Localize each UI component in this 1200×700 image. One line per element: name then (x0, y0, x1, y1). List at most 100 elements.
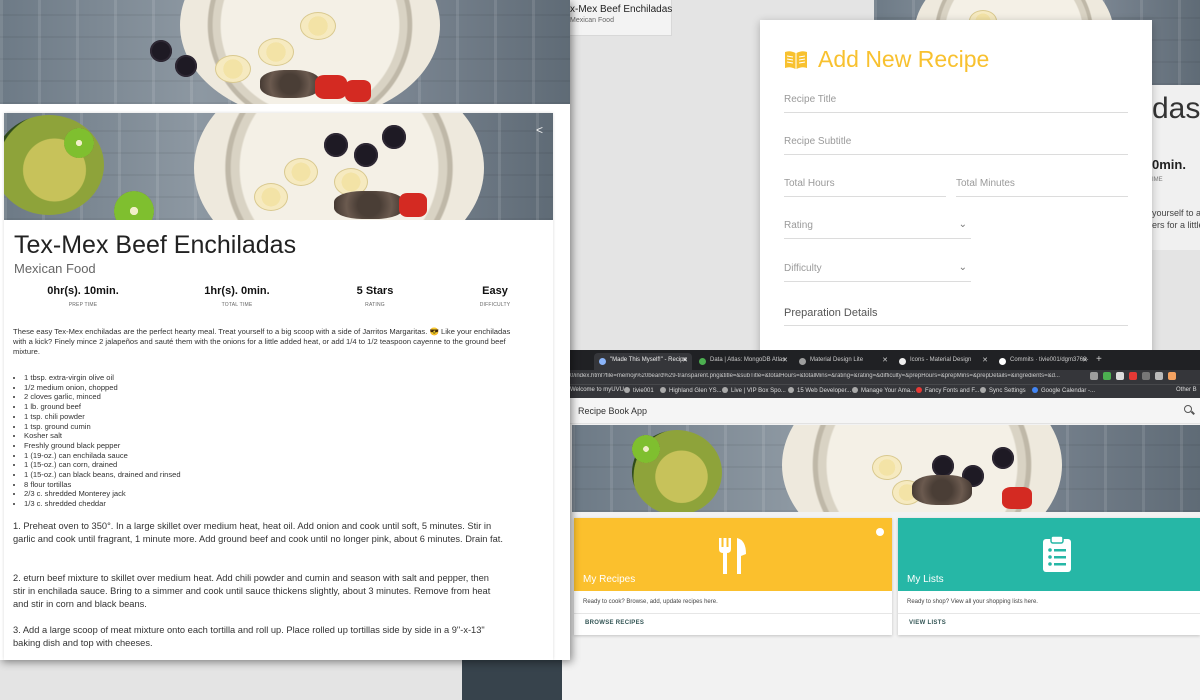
list-item: 1 (15-oz.) can corn, drained (24, 460, 181, 470)
ingredient-list: 1 tbsp. extra-virgin olive oil 1/2 mediu… (24, 373, 181, 509)
browser-tab[interactable]: Material Design Lite ✕ (794, 353, 892, 370)
recipe-subtitle: Mexican Food (14, 261, 96, 276)
bookmark[interactable]: Sync Settings (980, 387, 1026, 394)
title-fragment: das (1152, 92, 1200, 125)
view-lists-button[interactable]: VIEW LISTS (909, 620, 946, 626)
list-item: 1/2 medium onion, chopped (24, 383, 181, 393)
recipe-intro: These easy Tex-Mex enchiladas are the pe… (13, 327, 511, 356)
list-item: 2 cloves garlic, minced (24, 392, 181, 402)
stat-difficulty: Easy DIFFICULTY (479, 285, 511, 308)
card-color-header: My Lists (898, 518, 1200, 591)
total-hours-input[interactable]: Total Hours (784, 175, 946, 197)
stat-total-time: 1hr(s). 0min. TOTAL TIME (204, 285, 270, 308)
extension-icon[interactable] (1129, 372, 1137, 380)
form-header: Add New Recipe (784, 46, 989, 73)
bookmark[interactable]: 15 Web Developer... (788, 387, 851, 394)
tab-favicon-icon (799, 358, 806, 365)
extension-icons (1090, 372, 1176, 380)
card-title: My Recipes (583, 574, 636, 585)
browser-window: "Made This Myself!" - Recipe ✕ Data | At… (562, 350, 1200, 700)
divider (898, 613, 1200, 614)
list-item: 1 tsp. chili powder (24, 412, 181, 422)
tab-label: Material Design Lite (810, 357, 864, 363)
tab-favicon-icon (999, 358, 1006, 365)
recipe-subtitle-input[interactable]: Recipe Subtitle (784, 133, 1128, 155)
bookmark[interactable]: Highland Glen YS... (660, 387, 722, 394)
extension-icon[interactable] (1155, 372, 1163, 380)
address-bar[interactable]: 0/index.html?file=memoji%20beard%29-tran… (562, 370, 1200, 384)
new-tab-plus-icon[interactable]: + (1096, 354, 1102, 365)
card-description: Ready to cook? Browse, add, update recip… (583, 599, 718, 605)
app-header: Recipe Book App (562, 398, 1200, 424)
close-icon[interactable]: ✕ (682, 356, 688, 364)
bookmark[interactable]: Google Calendar -... (1032, 387, 1095, 394)
recipe-title-input[interactable]: Recipe Title (784, 91, 1128, 113)
close-icon[interactable]: ✕ (982, 356, 988, 364)
close-icon[interactable]: ✕ (782, 356, 788, 364)
my-recipes-card[interactable]: My Recipes Ready to cook? Browse, add, u… (574, 518, 892, 635)
tab-favicon-icon (599, 358, 606, 365)
desc-fragment-1: yourself to a big (1152, 208, 1200, 218)
preparation-details-input[interactable]: Preparation Details (784, 304, 1128, 326)
label-fragment: IME (1152, 177, 1163, 183)
extension-icon[interactable] (1103, 372, 1111, 380)
recipe-photo (4, 113, 553, 220)
list-item: Kosher salt (24, 431, 181, 441)
desc-fragment-2: ers for a little ad (1152, 220, 1200, 230)
close-icon[interactable]: ✕ (1082, 356, 1088, 364)
recipe-detail-card: < Tex-Mex Beef Enchiladas Mexican Food 0… (4, 113, 553, 660)
extension-icon[interactable] (1116, 372, 1124, 380)
bookmark[interactable]: tivie001 (624, 387, 654, 394)
chevron-down-icon: ⌄ (958, 262, 967, 273)
browser-tab[interactable]: Icons - Material Design ✕ (894, 353, 992, 370)
browser-tab[interactable]: "Made This Myself!" - Recipe ✕ (594, 353, 692, 370)
recipe-card-strip[interactable]: x-Mex Beef Enchiladas Mexican Food (560, 0, 672, 36)
browse-recipes-button[interactable]: BROWSE RECIPES (585, 620, 644, 626)
chevron-down-icon: ⌄ (958, 219, 967, 230)
card-title: My Lists (907, 574, 944, 585)
tab-label: Commits · tivie001/dgm3760- (1010, 357, 1089, 363)
divider (574, 613, 892, 614)
list-item: Freshly ground black pepper (24, 441, 181, 451)
tab-favicon-icon (899, 358, 906, 365)
time-fragment: 0min. (1152, 157, 1186, 172)
bookmark[interactable]: Manage Your Ama... (852, 387, 915, 394)
search-icon[interactable] (1184, 405, 1192, 413)
star-icon[interactable] (1090, 372, 1098, 380)
my-lists-card[interactable]: My Lists Ready to shop? View all your sh… (898, 518, 1200, 635)
tab-label: Data | Atlas: MongoDB Atlas (710, 357, 786, 363)
card-color-header: My Recipes (574, 518, 892, 591)
recipe-detail-window: < Tex-Mex Beef Enchiladas Mexican Food 0… (0, 0, 570, 660)
extension-icon[interactable] (1142, 372, 1150, 380)
bookmark[interactable]: Other B (1176, 387, 1197, 393)
list-item: 1 tsp. ground cumin (24, 422, 181, 432)
rating-select[interactable]: Rating ⌄ (784, 217, 971, 239)
avatar[interactable] (1168, 372, 1176, 380)
difficulty-select[interactable]: Difficulty ⌄ (784, 260, 971, 282)
list-item: 8 flour tortillas (24, 480, 181, 490)
recipe-step: 3. Add a large scoop of meat mixture ont… (13, 625, 485, 648)
browser-tab[interactable]: Commits · tivie001/dgm3760- ✕ (994, 353, 1092, 370)
book-icon (785, 50, 807, 69)
recipe-step: 2. eturn beef mixture to skillet over me… (13, 573, 491, 609)
hero-food-photo (572, 425, 1200, 512)
browser-tab[interactable]: Data | Atlas: MongoDB Atlas ✕ (694, 353, 792, 370)
total-minutes-input[interactable]: Total Minutes (956, 175, 1128, 197)
app-title: Recipe Book App (578, 406, 648, 416)
tab-bar: "Made This Myself!" - Recipe ✕ Data | At… (562, 350, 1200, 370)
add-recipe-form: Add New Recipe Recipe Title Recipe Subti… (760, 20, 1152, 365)
add-icon[interactable] (876, 528, 884, 536)
stat-prep-time: 0hr(s). 10min. PREP TIME (47, 285, 119, 308)
card-description: Ready to shop? View all your shopping li… (907, 599, 1038, 605)
bookmark[interactable]: Fancy Fonts and F... (916, 387, 979, 394)
restaurant-icon (719, 538, 746, 574)
bookmark[interactable]: Live | VIP Box Spo... (722, 387, 786, 394)
list-item: 1 (19-oz.) can enchilada sauce (24, 451, 181, 461)
tab-label: "Made This Myself!" - Recipe (610, 357, 687, 363)
list-item: 1 lb. ground beef (24, 402, 181, 412)
list-item: 1/3 c. shredded cheddar (24, 499, 181, 509)
bookmark[interactable]: Welcome to myUVU (570, 387, 624, 393)
share-icon[interactable]: < (536, 123, 543, 137)
close-icon[interactable]: ✕ (882, 356, 888, 364)
list-item: 1 (15-oz.) can black beans, drained and … (24, 470, 181, 480)
